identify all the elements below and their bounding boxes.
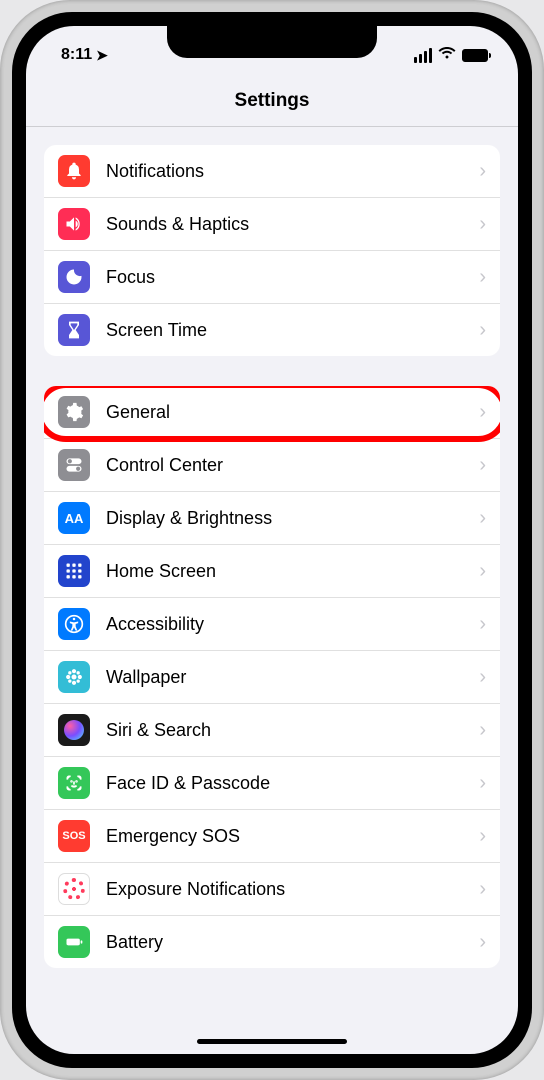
row-display[interactable]: AA Display & Brightness › — [44, 492, 500, 545]
flower-icon — [58, 661, 90, 693]
notch — [167, 26, 377, 58]
row-battery[interactable]: Battery › — [44, 916, 500, 968]
chevron-right-icon: › — [479, 560, 486, 583]
chevron-right-icon: › — [479, 454, 486, 477]
grid-icon — [58, 555, 90, 587]
chevron-right-icon: › — [479, 401, 486, 424]
chevron-right-icon: › — [479, 719, 486, 742]
row-label: Display & Brightness — [106, 508, 479, 529]
chevron-right-icon: › — [479, 931, 486, 954]
row-label: Battery — [106, 932, 479, 953]
row-exposure[interactable]: Exposure Notifications › — [44, 863, 500, 916]
location-icon: ➤ — [96, 47, 108, 64]
row-general[interactable]: General › — [44, 386, 500, 439]
nav-header: Settings — [26, 76, 518, 127]
home-indicator[interactable] — [197, 1039, 347, 1044]
row-wallpaper[interactable]: Wallpaper › — [44, 651, 500, 704]
accessibility-icon — [58, 608, 90, 640]
bell-icon — [58, 155, 90, 187]
settings-group: Notifications › Sounds & Haptics › — [44, 145, 500, 356]
row-label: Control Center — [106, 455, 479, 476]
row-accessibility[interactable]: Accessibility › — [44, 598, 500, 651]
gear-icon — [58, 396, 90, 428]
row-label: Screen Time — [106, 320, 479, 341]
row-sos[interactable]: SOS Emergency SOS › — [44, 810, 500, 863]
moon-icon — [58, 261, 90, 293]
wifi-icon — [438, 46, 456, 65]
chevron-right-icon: › — [479, 772, 486, 795]
cellular-signal-icon — [414, 48, 432, 63]
row-faceid[interactable]: Face ID & Passcode › — [44, 757, 500, 810]
row-sounds[interactable]: Sounds & Haptics › — [44, 198, 500, 251]
row-label: Siri & Search — [106, 720, 479, 741]
row-home-screen[interactable]: Home Screen › — [44, 545, 500, 598]
chevron-right-icon: › — [479, 613, 486, 636]
chevron-right-icon: › — [479, 507, 486, 530]
phone-frame: 8:11 ➤ Settings — [0, 0, 544, 1080]
chevron-right-icon: › — [479, 878, 486, 901]
chevron-right-icon: › — [479, 213, 486, 236]
row-siri[interactable]: Siri & Search › — [44, 704, 500, 757]
battery-icon — [58, 926, 90, 958]
hourglass-icon — [58, 314, 90, 346]
toggles-icon — [58, 449, 90, 481]
exposure-icon — [58, 873, 90, 905]
row-label: General — [106, 402, 479, 423]
chevron-right-icon: › — [479, 160, 486, 183]
faceid-icon — [58, 767, 90, 799]
row-focus[interactable]: Focus › — [44, 251, 500, 304]
page-title: Settings — [26, 90, 518, 112]
text-size-icon: AA — [58, 502, 90, 534]
row-label: Face ID & Passcode — [106, 773, 479, 794]
chevron-right-icon: › — [479, 319, 486, 342]
row-screentime[interactable]: Screen Time › — [44, 304, 500, 356]
row-notifications[interactable]: Notifications › — [44, 145, 500, 198]
chevron-right-icon: › — [479, 266, 486, 289]
status-time: 8:11 — [61, 46, 92, 64]
row-label: Exposure Notifications — [106, 879, 479, 900]
row-label: Accessibility — [106, 614, 479, 635]
row-label: Emergency SOS — [106, 826, 479, 847]
row-label: Sounds & Haptics — [106, 214, 479, 235]
row-label: Home Screen — [106, 561, 479, 582]
settings-list[interactable]: Notifications › Sounds & Haptics › — [26, 127, 518, 1035]
speaker-icon — [58, 208, 90, 240]
chevron-right-icon: › — [479, 666, 486, 689]
siri-icon — [58, 714, 90, 746]
settings-group: General › Control Center › AA Display & … — [44, 386, 500, 968]
battery-icon — [462, 49, 488, 62]
sos-icon: SOS — [58, 820, 90, 852]
row-label: Wallpaper — [106, 667, 479, 688]
row-label: Notifications — [106, 161, 479, 182]
row-control-center[interactable]: Control Center › — [44, 439, 500, 492]
chevron-right-icon: › — [479, 825, 486, 848]
row-label: Focus — [106, 267, 479, 288]
